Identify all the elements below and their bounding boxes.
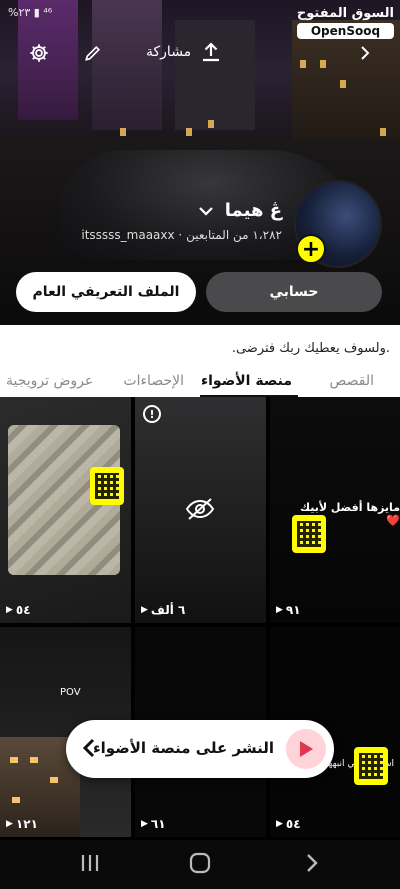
brand-english: OpenSooq	[296, 23, 394, 39]
username-followers: itsssss_maaaxx · ١،٢٨٢ من المتابعين	[81, 228, 282, 242]
alert-icon: !	[143, 405, 161, 423]
snapcode-icon	[292, 515, 326, 553]
post-to-spotlight-button[interactable]: النشر على منصة الأضواء	[66, 720, 334, 778]
share-button[interactable]: مشاركة	[146, 40, 223, 64]
post-to-spotlight-label: النشر على منصة الأضواء	[92, 739, 274, 757]
view-count: ▶ ٦ ألف	[141, 603, 186, 617]
view-count: ▶ ٩١	[276, 603, 301, 617]
profile-tabs: القصص منصة الأضواء الإحصاءات عروض ترويجي…	[0, 369, 400, 397]
display-name: ڠ هيما	[224, 200, 282, 221]
tab-promotions[interactable]: عروض ترويجية	[6, 373, 93, 389]
grid-item[interactable]: مايزها أفضل لأبيك ❤️ ▶ ٩١	[270, 397, 400, 623]
public-profile-button[interactable]: الملف التعريفي العام	[16, 272, 196, 312]
chevron-left-icon	[82, 737, 96, 763]
view-count: ▶ ١٢١	[6, 817, 38, 831]
view-count: ▶ ٦١	[141, 817, 166, 831]
grid-item[interactable]: ▶ ٥٤	[0, 397, 131, 623]
my-account-button[interactable]: حسابي	[206, 272, 382, 312]
chevron-down-icon	[198, 206, 213, 216]
tab-spotlight[interactable]: منصة الأضواء	[201, 373, 292, 389]
opensooq-watermark: السوق المفتوح OpenSooq	[296, 6, 394, 39]
back-chevron-icon[interactable]	[352, 40, 378, 66]
snapcode-icon	[354, 747, 388, 785]
play-icon	[286, 729, 326, 769]
grid-item[interactable]: ! ▶ ٦ ألف	[135, 397, 266, 623]
recent-apps-icon[interactable]	[80, 852, 100, 878]
edit-pencil-icon[interactable]	[80, 40, 106, 66]
video-caption: POV	[60, 687, 81, 698]
system-nav-bar	[0, 840, 400, 889]
display-name-row[interactable]: ڠ هيما	[197, 200, 282, 221]
view-count: ▶ ٥٤	[6, 603, 31, 617]
status-bar: %٢٣ ▮ ⁴⁶	[8, 6, 53, 19]
settings-gear-icon[interactable]	[26, 40, 52, 66]
top-toolbar: %٢٣ ▮ ⁴⁶ السوق المفتوح OpenSooq مشاركة	[0, 0, 400, 110]
tab-stories[interactable]: القصص	[329, 373, 374, 389]
bio-and-tabs: .ولسوف يعطيك ربك فترضى. القصص منصة الأضو…	[0, 325, 400, 397]
tab-insights[interactable]: الإحصاءات	[123, 373, 184, 389]
home-icon[interactable]	[189, 852, 211, 878]
bio-text: .ولسوف يعطيك ربك فترضى.	[231, 341, 390, 356]
share-label: مشاركة	[146, 44, 192, 60]
add-story-plus-icon[interactable]: +	[296, 234, 326, 264]
view-count: ▶ ٥٤	[276, 817, 301, 831]
brand-arabic: السوق المفتوح	[296, 6, 394, 21]
snapcode-icon	[90, 467, 124, 505]
back-icon[interactable]	[304, 852, 320, 878]
profile-cover: %٢٣ ▮ ⁴⁶ السوق المفتوح OpenSooq مشاركة +…	[0, 0, 400, 325]
share-icon	[203, 42, 220, 62]
hidden-eye-slash-icon	[185, 497, 215, 525]
